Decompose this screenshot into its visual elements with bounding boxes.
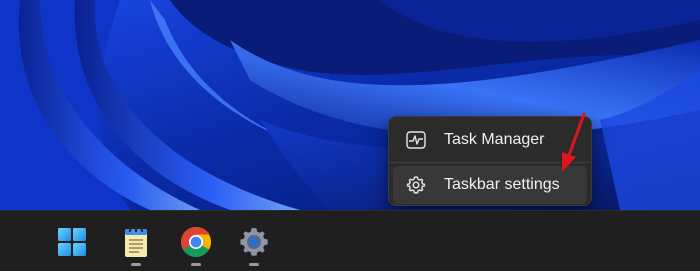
menu-item-task-manager[interactable]: Task Manager xyxy=(393,121,587,159)
start-button[interactable] xyxy=(54,224,90,260)
chrome-icon xyxy=(180,226,212,258)
settings-gear-icon xyxy=(240,228,268,256)
running-indicator xyxy=(249,263,259,266)
menu-item-label: Task Manager xyxy=(444,131,545,148)
notepad-icon xyxy=(125,227,147,257)
task-manager-icon xyxy=(405,129,427,151)
taskbar-context-menu: Task Manager Taskbar settings xyxy=(388,116,592,206)
taskbar-app-chrome[interactable] xyxy=(178,224,214,266)
taskbar-app-notepad[interactable] xyxy=(118,224,154,266)
gear-icon xyxy=(405,174,427,196)
running-indicator xyxy=(191,263,201,266)
windows-logo-icon xyxy=(58,228,86,256)
menu-item-label: Taskbar settings xyxy=(444,176,560,193)
menu-item-taskbar-settings[interactable]: Taskbar settings xyxy=(393,166,587,204)
desktop-wallpaper xyxy=(0,0,700,210)
menu-separator xyxy=(389,162,591,163)
running-indicator xyxy=(131,263,141,266)
taskbar-app-settings[interactable] xyxy=(236,224,272,266)
taskbar xyxy=(0,210,700,271)
